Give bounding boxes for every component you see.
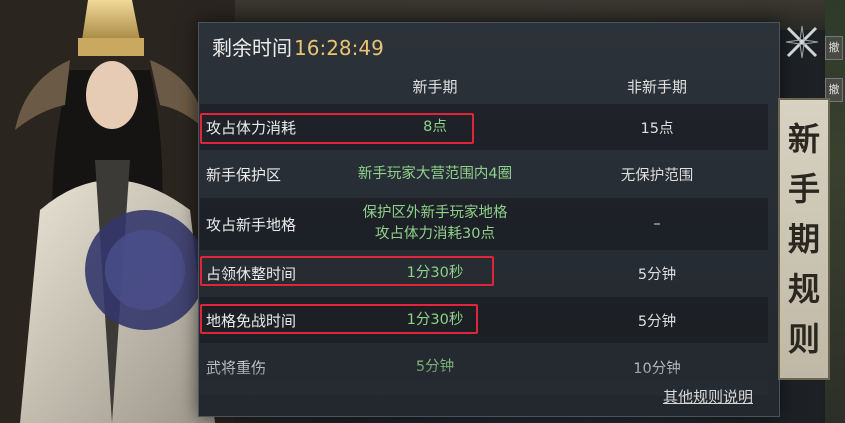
row-label: 攻占新手地格 [206, 215, 297, 234]
countdown-label: 剩余时间 [212, 36, 292, 60]
normal-value: 无保护范围 [620, 167, 694, 184]
countdown-title: 剩余时间 16:28:49 [212, 32, 384, 60]
newbie-rules-banner: 新 手 期 规 则 [778, 98, 830, 380]
countdown-time: 16:28:49 [294, 36, 384, 60]
table-row: 攻占新手地格 保护区外新手玩家地格 攻占体力消耗30点 – [200, 198, 768, 250]
close-icon[interactable] [782, 22, 822, 62]
newbie-value: 5分钟 [415, 358, 455, 375]
banner-char: 期 [787, 220, 820, 258]
col-header-normal: 非新手期 [626, 78, 687, 96]
side-retreat-button-1[interactable]: 撤 [825, 36, 843, 60]
table-row: 新手保护区 新手玩家大营范围内4圈 无保护范围 [200, 151, 768, 197]
highlight-box-stamina [200, 113, 474, 144]
normal-value: 15点 [640, 120, 674, 137]
normal-value: 10分钟 [633, 360, 681, 377]
banner-char: 新 [787, 120, 820, 158]
highlight-box-rest-time [200, 256, 494, 286]
row-label: 武将重伤 [206, 358, 267, 377]
other-rules-link[interactable]: 其他规则说明 [663, 386, 753, 407]
newbie-value: 新手玩家大营范围内4圈 [357, 165, 513, 182]
banner-char: 手 [787, 170, 820, 208]
normal-value: – [653, 216, 661, 232]
col-header-newbie: 新手期 [412, 78, 458, 96]
table-row: 武将重伤 5分钟 10分钟 [200, 344, 768, 390]
banner-char: 则 [787, 320, 820, 358]
normal-value: 5分钟 [637, 313, 677, 330]
row-label: 新手保护区 [206, 165, 282, 184]
normal-value: 5分钟 [637, 266, 677, 283]
banner-char: 规 [787, 270, 820, 308]
highlight-box-truce-time [200, 304, 478, 334]
newbie-value: 保护区外新手玩家地格 攻占体力消耗30点 [362, 205, 508, 242]
